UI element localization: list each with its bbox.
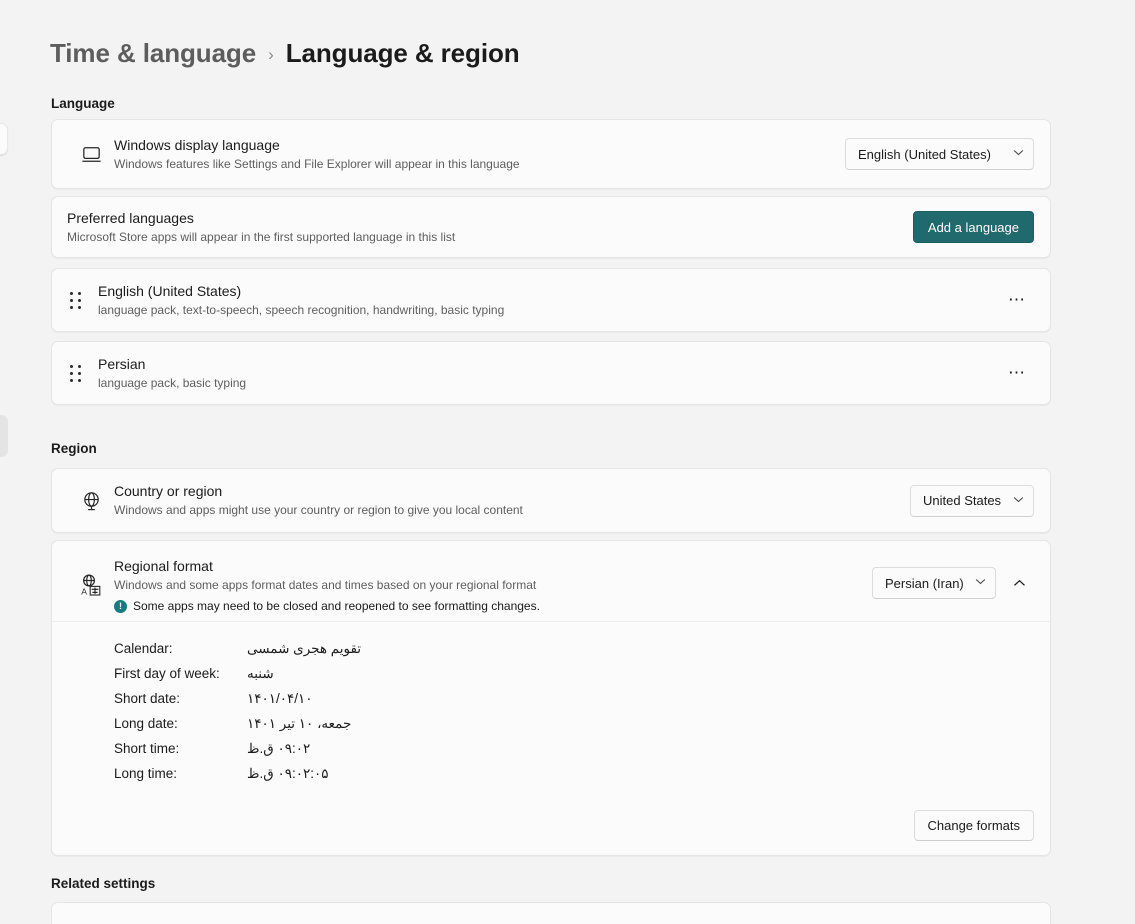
offscreen-card-fragment — [0, 123, 8, 155]
language-item-name: English (United States) — [98, 282, 242, 299]
display-language-subtitle: Windows features like Settings and File … — [114, 156, 520, 171]
display-language-text: Windows display language Windows feature… — [114, 136, 831, 173]
display-language-value: English (United States) — [858, 146, 991, 162]
table-row: Short date: ۱۴۰۱/۰۴/۱۰ — [114, 686, 487, 711]
language-item-features: language pack, basic typing — [98, 375, 247, 390]
format-label: Long time: — [114, 766, 178, 781]
display-language-row[interactable]: Windows display language Windows feature… — [52, 120, 1050, 188]
regional-format-title: Regional format — [114, 558, 213, 574]
more-options-icon[interactable]: ⋯ — [1000, 358, 1034, 388]
display-language-dropdown[interactable]: English (United States) — [845, 138, 1034, 170]
regional-format-info-message: ! Some apps may need to be closed and re… — [114, 599, 858, 613]
display-language-card: Windows display language Windows feature… — [51, 119, 1051, 189]
format-value: ۰۹:۰۲:۰۵ ق.ظ — [247, 766, 329, 781]
preferred-languages-subtitle: Microsoft Store apps will appear in the … — [67, 229, 456, 244]
table-row: Short time: ۰۹:۰۲ ق.ظ — [114, 736, 487, 761]
add-a-language-button[interactable]: Add a language — [912, 211, 1034, 243]
country-or-region-subtitle: Windows and apps might use your country … — [114, 503, 523, 517]
regional-format-card: A Regional format Windows and some apps … — [51, 540, 1051, 856]
country-or-region-card: Country or region Windows and apps might… — [51, 468, 1051, 533]
change-formats-button[interactable]: Change formats — [913, 810, 1034, 841]
format-value: جمعه، ۱۰ تیر ۱۴۰۱ — [247, 716, 352, 731]
language-list-item-persian-card: Persian language pack, basic typing ⋯ — [51, 341, 1051, 405]
regional-format-expanded-panel: Calendar: تقویم هجری شمسی First day of w… — [52, 621, 1050, 800]
format-value: ۰۹:۰۲ ق.ظ — [247, 741, 311, 756]
breadcrumb-separator-icon: › — [268, 44, 274, 64]
monitor-icon — [68, 143, 114, 166]
breadcrumb: Time & language › Language & region — [50, 38, 520, 69]
offscreen-nav-fragment — [0, 415, 8, 457]
language-item-actions: ⋯ — [1000, 285, 1034, 315]
table-row: Long date: جمعه، ۱۰ تیر ۱۴۰۱ — [114, 711, 487, 736]
regional-format-controls: Persian (Iran) — [872, 557, 1034, 599]
country-or-region-value: United States — [923, 493, 1002, 508]
collapse-expander-icon[interactable] — [1004, 568, 1034, 598]
format-preview-table: Calendar: تقویم هجری شمسی First day of w… — [114, 636, 487, 786]
language-item-text: English (United States) language pack, t… — [98, 282, 986, 319]
info-message-text: Some apps may need to be closed and reop… — [133, 599, 540, 613]
regional-format-panel-actions: Change formats — [52, 800, 1050, 855]
language-list-item[interactable]: English (United States) language pack, t… — [52, 269, 1050, 331]
preferred-languages-row: Preferred languages Microsoft Store apps… — [52, 197, 1050, 257]
language-list-item-english-card: English (United States) language pack, t… — [51, 268, 1051, 332]
preferred-languages-text: Preferred languages Microsoft Store apps… — [67, 209, 899, 246]
country-or-region-controls: United States — [910, 484, 1034, 517]
language-item-name: Persian — [98, 355, 146, 372]
preferred-languages-title: Preferred languages — [67, 209, 194, 226]
country-or-region-text: Country or region Windows and apps might… — [114, 482, 896, 519]
language-list-item[interactable]: Persian language pack, basic typing ⋯ — [52, 342, 1050, 404]
regional-format-subtitle: Windows and some apps format dates and t… — [114, 578, 537, 592]
drag-handle-icon[interactable] — [52, 364, 98, 382]
svg-text:A: A — [81, 586, 87, 596]
regional-format-dropdown[interactable]: Persian (Iran) — [872, 567, 996, 599]
format-label: First day of week: — [114, 666, 220, 681]
table-row: Long time: ۰۹:۰۲:۰۵ ق.ظ — [114, 761, 487, 786]
section-heading-related-settings: Related settings — [51, 876, 156, 891]
drag-handle-icon[interactable] — [52, 291, 98, 309]
chevron-down-icon — [1013, 496, 1024, 506]
format-value: تقویم هجری شمسی — [247, 641, 362, 656]
format-label: Long date: — [114, 716, 178, 731]
section-heading-language: Language — [51, 96, 115, 111]
chevron-down-icon — [975, 578, 986, 588]
country-or-region-title: Country or region — [114, 483, 223, 499]
language-item-actions: ⋯ — [1000, 358, 1034, 388]
globe-icon — [68, 489, 114, 512]
regional-format-value: Persian (Iran) — [885, 575, 964, 591]
display-language-title: Windows display language — [114, 136, 280, 153]
format-label: Calendar: — [114, 641, 173, 656]
language-item-text: Persian language pack, basic typing — [98, 355, 986, 392]
more-options-icon[interactable]: ⋯ — [1000, 285, 1034, 315]
language-item-features: language pack, text-to-speech, speech re… — [98, 302, 505, 317]
table-row: First day of week: شنبه — [114, 661, 487, 686]
info-icon: ! — [114, 599, 127, 613]
preferred-languages-card: Preferred languages Microsoft Store apps… — [51, 196, 1051, 258]
regional-format-row[interactable]: A Regional format Windows and some apps … — [52, 541, 1050, 621]
preferred-languages-actions: Add a language — [912, 211, 1034, 243]
settings-page: Time & language › Language & region Lang… — [0, 0, 1135, 924]
table-row: Calendar: تقویم هجری شمسی — [114, 636, 487, 661]
regional-format-text: Regional format Windows and some apps fo… — [114, 557, 858, 613]
breadcrumb-parent-link[interactable]: Time & language — [50, 38, 256, 69]
display-language-controls: English (United States) — [845, 138, 1034, 170]
related-settings-card[interactable] — [51, 902, 1051, 924]
page-title: Language & region — [285, 38, 520, 68]
format-label: Short date: — [114, 691, 181, 706]
format-value: شنبه — [247, 666, 274, 681]
format-value: ۱۴۰۱/۰۴/۱۰ — [247, 691, 313, 706]
country-or-region-row[interactable]: Country or region Windows and apps might… — [52, 469, 1050, 532]
chevron-down-icon — [1013, 149, 1024, 159]
section-heading-region: Region — [51, 441, 97, 456]
globe-language-icon: A — [68, 557, 114, 597]
country-or-region-dropdown[interactable]: United States — [910, 484, 1034, 517]
format-label: Short time: — [114, 741, 180, 756]
